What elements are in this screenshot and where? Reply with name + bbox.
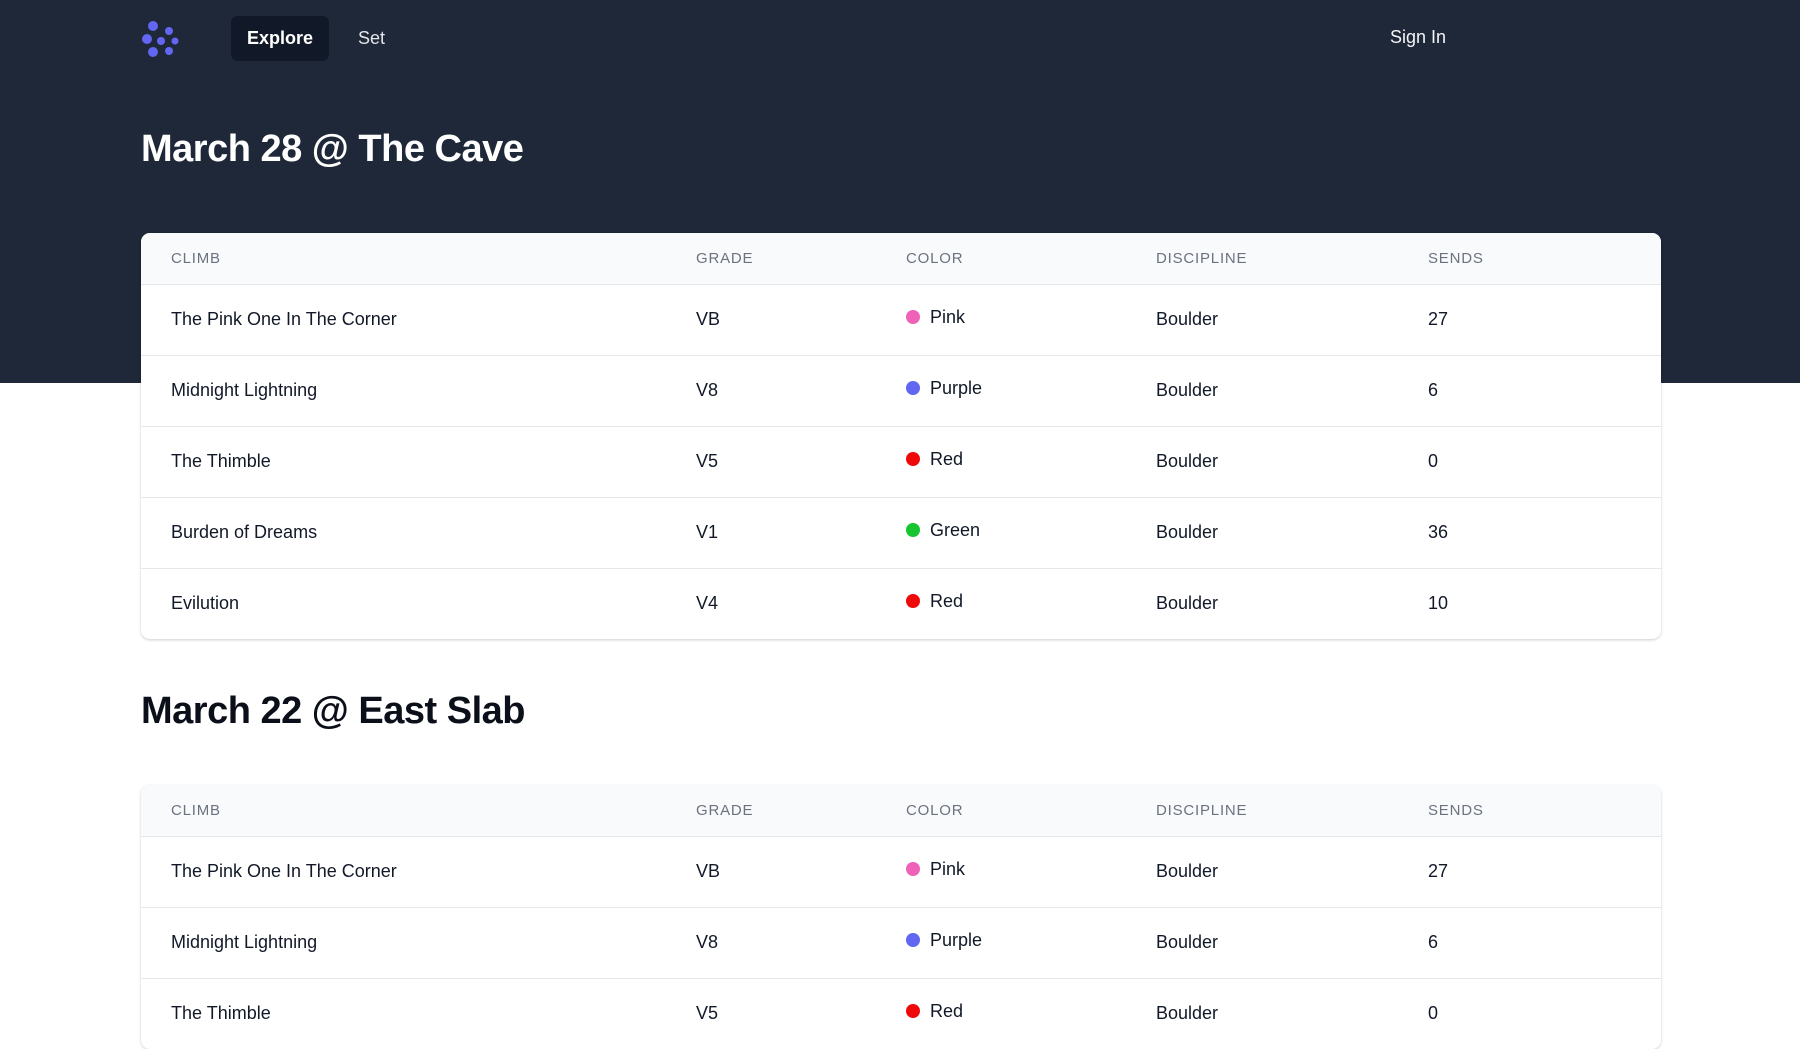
color-label: Purple xyxy=(930,378,983,398)
discipline-cell: Boulder xyxy=(1156,309,1219,329)
discipline-cell: Boulder xyxy=(1156,522,1219,542)
color-label: Green xyxy=(930,520,981,540)
column-header-sends[interactable]: SENDS xyxy=(1398,233,1661,285)
sends-cell: 6 xyxy=(1428,932,1439,952)
table-row[interactable]: The Pink One In The Corner VB Pink Boulder 2… xyxy=(141,836,1661,907)
color-swatch-icon xyxy=(906,933,920,947)
color-swatch-icon xyxy=(906,594,920,609)
color-swatch-icon xyxy=(906,452,920,466)
climbs-table: CLIMB GRADE COLOR DISCIPLINE SENDS The P… xyxy=(141,785,1661,1049)
sends-cell: 27 xyxy=(1428,309,1449,329)
column-header-discipline[interactable]: DISCIPLINE xyxy=(1126,785,1398,837)
color-cell: Red xyxy=(876,568,1126,639)
table-row[interactable]: Evilution V4 Red Boulder 10 xyxy=(141,568,1661,639)
grade-cell: V8 xyxy=(696,932,719,952)
table-header-row: CLIMB GRADE COLOR DISCIPLINE SENDS xyxy=(141,785,1661,837)
climb-name-cell: The Thimble xyxy=(171,451,271,471)
color-label: Purple xyxy=(930,930,983,950)
discipline-cell: Boulder xyxy=(1156,593,1219,614)
climb-name-cell: The Pink One In The Corner xyxy=(171,861,397,881)
color-cell: Red xyxy=(876,978,1126,1049)
grade-cell: V5 xyxy=(696,1003,719,1024)
section-title: March 28 @ The Cave xyxy=(141,128,524,170)
climb-name-cell: Evilution xyxy=(171,593,240,614)
color-label: Pink xyxy=(930,859,966,879)
top-navbar: Explore Set Sign In xyxy=(0,0,1800,78)
column-header-grade[interactable]: GRADE xyxy=(666,233,876,285)
column-header-discipline[interactable]: DISCIPLINE xyxy=(1126,233,1398,285)
color-cell: Green xyxy=(876,497,1126,568)
color-label: Red xyxy=(930,1001,964,1022)
climb-name-cell: Burden of Dreams xyxy=(171,522,318,542)
color-label: Red xyxy=(930,449,964,469)
discipline-cell: Boulder xyxy=(1156,451,1219,471)
column-header-color[interactable]: COLOR xyxy=(876,233,1126,285)
grade-cell: VB xyxy=(696,861,721,881)
nav-explore-link[interactable]: Explore xyxy=(231,16,330,61)
climb-name-cell: The Pink One In The Corner xyxy=(171,309,397,329)
column-header-climb[interactable]: CLIMB xyxy=(141,233,666,285)
table-body: The Pink One In The Corner VB Pink Boulder 2… xyxy=(141,284,1661,639)
section-title: March 22 @ East Slab xyxy=(141,690,526,732)
table-header-row: CLIMB GRADE COLOR DISCIPLINE SENDS xyxy=(141,233,1661,285)
table-row[interactable]: Midnight Lightning V8 Purple Boulder 6 xyxy=(141,907,1661,978)
discipline-cell: Boulder xyxy=(1156,861,1219,881)
color-swatch-icon xyxy=(906,1004,920,1019)
color-cell: Purple xyxy=(876,355,1126,426)
discipline-cell: Boulder xyxy=(1156,932,1219,952)
color-label: Pink xyxy=(930,307,966,327)
sends-cell: 6 xyxy=(1428,380,1439,400)
color-swatch-icon xyxy=(906,862,920,876)
sends-cell: 36 xyxy=(1428,522,1449,542)
grade-cell: V8 xyxy=(696,380,719,400)
nav-set-link[interactable]: Set xyxy=(342,16,401,61)
grade-cell: V1 xyxy=(696,522,719,542)
grade-cell: V4 xyxy=(696,593,719,614)
color-swatch-icon xyxy=(906,381,920,395)
color-cell: Pink xyxy=(876,836,1126,907)
sign-in-link[interactable]: Sign In xyxy=(1390,27,1446,48)
color-cell: Red xyxy=(876,426,1126,497)
sends-cell: 0 xyxy=(1428,1003,1439,1024)
table-row[interactable]: The Thimble V5 Red Boulder 0 xyxy=(141,978,1661,1049)
column-header-color[interactable]: COLOR xyxy=(876,785,1126,837)
column-header-grade[interactable]: GRADE xyxy=(666,785,876,837)
table-row[interactable]: The Thimble V5 Red Boulder 0 xyxy=(141,426,1661,497)
column-header-climb[interactable]: CLIMB xyxy=(141,785,666,837)
climbs-table-card: CLIMB GRADE COLOR DISCIPLINE SENDS The P… xyxy=(141,233,1661,639)
table-body: The Pink One In The Corner VB Pink Boulder 2… xyxy=(141,836,1661,1049)
color-swatch-icon xyxy=(906,523,920,537)
sends-cell: 0 xyxy=(1428,451,1439,471)
climb-name-cell: Midnight Lightning xyxy=(171,380,318,400)
table-row[interactable]: Midnight Lightning V8 Purple Boulder 6 xyxy=(141,355,1661,426)
grade-cell: V5 xyxy=(696,451,719,471)
color-label: Red xyxy=(930,591,964,612)
climb-name-cell: Midnight Lightning xyxy=(171,932,318,952)
color-swatch-icon xyxy=(906,310,920,324)
table-row[interactable]: The Pink One In The Corner VB Pink Boulder 2… xyxy=(141,284,1661,355)
table-row[interactable]: Burden of Dreams V1 Green Boulder 36 xyxy=(141,497,1661,568)
color-cell: Purple xyxy=(876,907,1126,978)
color-cell: Pink xyxy=(876,284,1126,355)
climb-name-cell: The Thimble xyxy=(171,1003,271,1024)
app-logo-icon[interactable] xyxy=(139,18,183,60)
grade-cell: VB xyxy=(696,309,721,329)
climbs-table-card: CLIMB GRADE COLOR DISCIPLINE SENDS The P… xyxy=(141,785,1661,1049)
sends-cell: 10 xyxy=(1428,593,1449,614)
column-header-sends[interactable]: SENDS xyxy=(1398,785,1661,837)
sends-cell: 27 xyxy=(1428,861,1449,881)
discipline-cell: Boulder xyxy=(1156,1003,1219,1024)
discipline-cell: Boulder xyxy=(1156,380,1219,400)
climbs-table: CLIMB GRADE COLOR DISCIPLINE SENDS The P… xyxy=(141,233,1661,639)
